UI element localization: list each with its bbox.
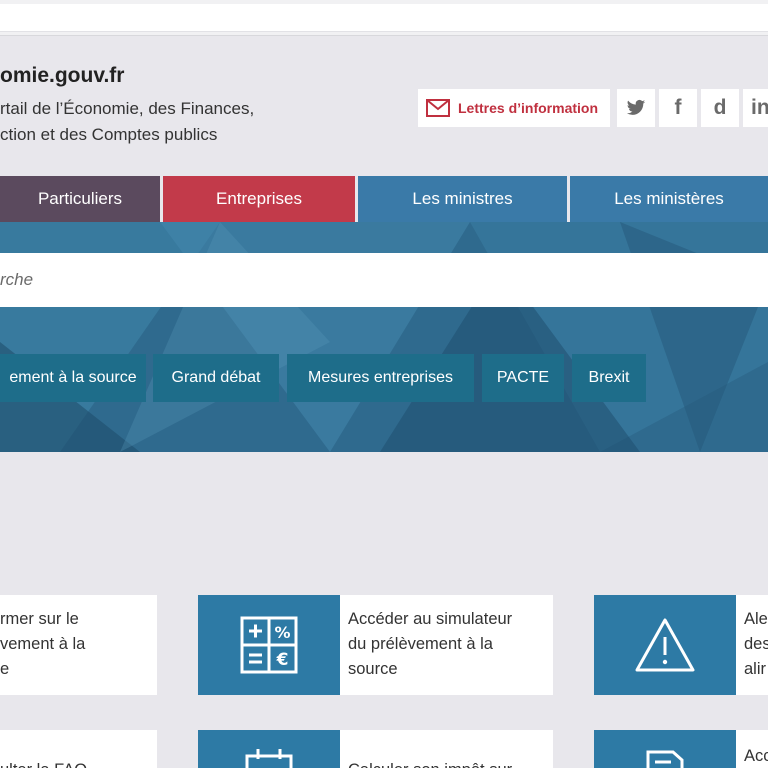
mail-icon [426,99,450,117]
newsletter-button[interactable]: Lettres d’information [418,89,610,127]
card-text: ulter la FAQ [0,758,150,768]
search-bar [0,253,768,307]
newsletter-label: Lettres d’information [458,100,599,116]
tagline-line-1: rtail de l’Économie, des Finances, [0,99,255,118]
card-text: Ale des alir [744,610,768,678]
card-icon-box [594,730,736,768]
card-icon-box: % € [198,595,340,695]
tagline-line-2: ction et des Comptes publics [0,125,218,144]
quick-link-grand-debat[interactable]: Grand débat [153,354,279,402]
quick-link-brexit[interactable]: Brexit [572,354,646,402]
card-simulateur-prelevement[interactable]: % € Accéder au simulateur du prélèvement… [198,595,553,695]
quick-link-label: ement à la source [9,369,137,386]
twitter-button[interactable] [617,89,655,127]
tab-entreprises[interactable]: Entreprises [163,176,355,222]
quick-link-label: PACTE [496,369,550,386]
svg-text:%: % [274,623,290,642]
quick-link-mesures-entreprises[interactable]: Mesures entreprises [287,354,474,402]
card-icon-box [198,730,340,768]
search-input[interactable] [0,253,768,307]
card-text: rmer sur le vement à la e [0,610,86,678]
quick-link-prelevement[interactable]: ement à la source [0,354,146,402]
address-bar[interactable] [0,4,768,32]
site-name[interactable]: omie.gouv.fr [0,64,124,88]
facebook-button[interactable]: f [659,89,697,127]
quick-link-label: Brexit [588,369,630,386]
card-text: Calculer son impôt sur [348,758,548,768]
card-calculer-impot[interactable]: Calculer son impôt sur [198,730,553,768]
tab-les-ministres[interactable]: Les ministres [358,176,567,222]
card-text: Accéder au simulateur du prélèvement à l… [348,610,513,678]
svg-text:€: € [276,650,289,670]
card-faq[interactable]: ulter la FAQ [0,730,157,768]
linkedin-icon: in [751,96,768,119]
tab-entreprises-label: Entreprises [216,189,302,208]
quick-link-pacte[interactable]: PACTE [482,354,564,402]
card-icon-box [594,595,736,695]
card-alerte[interactable]: Ale des alir [594,595,768,695]
twitter-icon [626,99,646,115]
calendar-icon [245,749,293,768]
facebook-icon: f [674,96,682,119]
site-tagline: rtail de l’Économie, des Finances, ction… [0,96,254,148]
dailymotion-icon: d [713,96,727,119]
dailymotion-button[interactable]: d [701,89,739,127]
file-icon [646,750,684,768]
browser-toolbar [0,0,768,36]
card-text: Acc [744,747,768,765]
quick-link-label: Mesures entreprises [308,369,453,386]
quick-link-label: Grand débat [171,369,261,386]
tab-les-ministeres[interactable]: Les ministères [570,176,768,222]
card-acceder[interactable]: Acc [594,730,768,768]
card-informer-prelevement[interactable]: rmer sur le vement à la e [0,595,157,695]
tab-les-ministeres-label: Les ministères [614,189,724,208]
calculator-icon: % € [240,616,298,674]
tab-les-ministres-label: Les ministres [412,189,513,208]
linkedin-button[interactable]: in [743,89,768,127]
warning-icon [635,618,695,672]
tab-particuliers[interactable]: Particuliers [0,176,160,222]
tab-particuliers-label: Particuliers [37,189,123,208]
